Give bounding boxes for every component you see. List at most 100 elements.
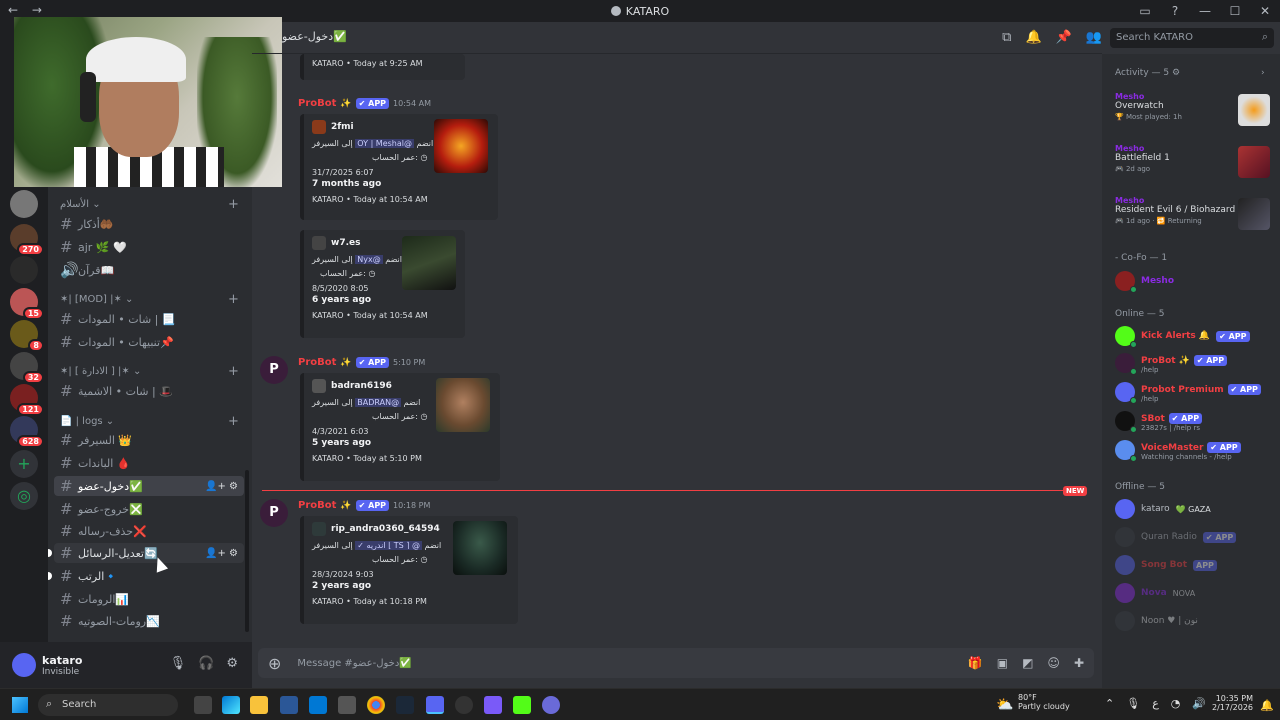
channel-item[interactable]: # حذف-رساله❌ (54, 521, 244, 541)
avatar[interactable]: P (260, 499, 288, 527)
copilot-icon[interactable] (222, 696, 240, 714)
member-item[interactable]: Nova NOVA (1115, 583, 1195, 603)
add-channel-icon[interactable]: + (228, 364, 239, 379)
channel-item[interactable]: # ajr 🌿 🤍 (54, 237, 244, 257)
member-item[interactable]: ProBot ✨ ✔ APP/help (1115, 352, 1228, 375)
sidebar-scrollbar[interactable] (245, 470, 249, 632)
user-mention[interactable]: @Nyx (355, 255, 383, 264)
microphone-icon[interactable]: 🎙 (170, 656, 187, 671)
store-icon[interactable] (280, 696, 298, 714)
server-icon[interactable] (10, 256, 38, 284)
minimize-icon[interactable]: — (1190, 4, 1220, 18)
forward-icon[interactable]: → (32, 3, 42, 17)
embed-thumbnail[interactable] (453, 521, 507, 575)
server-icon[interactable]: 628 (10, 416, 44, 448)
gift-icon[interactable]: 🎁 (968, 656, 983, 670)
avatar[interactable] (12, 653, 36, 677)
channel-item[interactable]: 🔊 قرآن📖 (54, 260, 244, 280)
taskbar-search[interactable]: ⌕ Search (38, 694, 178, 716)
settings-icon[interactable] (338, 696, 356, 714)
search-input[interactable]: Search KATARO ⌕ (1110, 28, 1274, 48)
back-icon[interactable]: ← (8, 3, 18, 17)
user-mention[interactable]: @BADRAN (355, 398, 402, 407)
language-indicator[interactable]: ع (1152, 697, 1159, 710)
add-channel-icon[interactable]: + (228, 414, 239, 429)
pin-icon[interactable]: 📌 (1056, 30, 1072, 45)
volume-icon[interactable]: 🔊 (1192, 697, 1206, 710)
bell-icon[interactable]: 🔔 (1025, 30, 1041, 45)
gif-icon[interactable]: ▣ (997, 656, 1008, 670)
server-icon[interactable]: 121 (10, 384, 44, 416)
server-icon[interactable]: 270 (10, 224, 44, 256)
bot-name[interactable]: ProBot (298, 98, 336, 109)
member-item[interactable]: Probot Premium ✔ APP/help (1115, 381, 1261, 404)
steam-icon[interactable] (396, 696, 414, 714)
user-mention[interactable]: @OY | Meshal (355, 139, 414, 148)
server-icon[interactable]: 8 (10, 320, 44, 352)
emoji-icon[interactable]: ☺ (1047, 656, 1060, 670)
add-server-icon[interactable]: + (10, 450, 38, 478)
gear-icon[interactable]: ⚙ (229, 548, 238, 559)
discover-icon[interactable]: ◎ (10, 482, 38, 510)
channel-item[interactable]: # أذكار🤲🏾 (54, 214, 244, 234)
user-mention[interactable]: @ ⌈ TS ⌋ اندريه ✓ (355, 541, 422, 550)
server-icon[interactable] (10, 190, 38, 218)
microphone-icon[interactable]: 🎙 (1126, 697, 1140, 710)
member-item[interactable]: Quran Radio ✔ APP (1115, 527, 1237, 547)
server-icon[interactable]: 32 (10, 352, 44, 384)
obs-icon[interactable] (542, 696, 560, 714)
notifications-bell-icon[interactable]: 🔔 (1260, 699, 1274, 712)
task-view-icon[interactable] (194, 696, 212, 714)
server-icon[interactable]: 15 (10, 288, 44, 320)
inbox-icon[interactable]: ▭ (1130, 4, 1160, 18)
bot-name[interactable]: ProBot (298, 357, 336, 368)
kick-icon[interactable] (513, 696, 531, 714)
embed-thumbnail[interactable] (434, 119, 488, 173)
gear-icon[interactable]: ⚙ (226, 656, 238, 671)
attach-plus-icon[interactable]: ⊕ (268, 654, 281, 673)
channel-item[interactable]: # السيرفر 👑 (54, 430, 244, 450)
add-channel-icon[interactable]: + (228, 292, 239, 307)
apps-icon[interactable]: ✚ (1074, 656, 1084, 670)
avatar[interactable]: P (260, 356, 288, 384)
add-channel-icon[interactable]: + (228, 197, 239, 212)
channel-item[interactable]: # الرتب🔹 (54, 566, 244, 586)
member-item[interactable]: SBot ✔ APP 23827s | /help rs (1115, 410, 1203, 433)
threads-icon[interactable]: ⧉ (1002, 30, 1011, 45)
close-icon[interactable]: ✕ (1250, 4, 1280, 18)
category-logs[interactable]: 📄 | logs ⌄ (60, 416, 114, 427)
message-composer[interactable]: ⊕ Message #دخول-عضو✅ 🎁 ▣ ◩ ☺ ✚ (258, 648, 1094, 678)
weather-widget[interactable]: ⛅ 80°F Partly cloudy (996, 693, 1070, 713)
channel-item-active[interactable]: # دخول-عضو✅ 👤+ ⚙ (54, 476, 244, 496)
channel-item[interactable]: # رومات-الصوتيه📉 (54, 611, 244, 631)
gear-icon[interactable]: ⚙ (229, 481, 238, 492)
chevron-right-icon[interactable]: › (1261, 68, 1265, 78)
member-item[interactable]: VoiceMaster ✔ APP Watching channels - /he… (1115, 439, 1241, 462)
bot-name[interactable]: ProBot (298, 500, 336, 511)
sticker-icon[interactable]: ◩ (1022, 656, 1033, 670)
gamepad-icon[interactable] (484, 696, 502, 714)
discord-icon[interactable] (426, 696, 444, 714)
wifi-icon[interactable]: ◔ (1171, 697, 1181, 710)
invite-icon[interactable]: 👤+ (205, 548, 226, 559)
activity-card[interactable]: Mesho Resident Evil 6 / Biohazard 6 🎮 1d… (1115, 196, 1270, 240)
member-item[interactable]: Kick Alerts 🔔 ✔ APP (1115, 326, 1250, 348)
taskbar-clock[interactable]: 10:35 PM 2/17/2026 (1212, 694, 1253, 712)
headphones-icon[interactable]: 🎧 (198, 656, 214, 671)
chevron-up-icon[interactable]: ⌃ (1105, 697, 1114, 710)
user-info[interactable]: kataro Invisible (42, 654, 82, 677)
maximize-icon[interactable]: ☐ (1220, 4, 1250, 18)
channel-item[interactable]: # تنبيهات • المودات📌 (54, 332, 244, 352)
channel-item[interactable]: # تعديل-الرسائل🔄 👤+ ⚙ (54, 543, 244, 563)
embed-thumbnail[interactable] (402, 236, 456, 290)
members-icon[interactable]: 👥 (1086, 30, 1102, 45)
member-item[interactable]: Mesho (1115, 271, 1174, 293)
member-item[interactable]: Song Bot APP (1115, 555, 1217, 575)
embed-thumbnail[interactable] (436, 378, 490, 432)
activity-card[interactable]: Mesho Overwatch 🏆 Most played: 1h (1115, 92, 1270, 136)
category-mod[interactable]: ✶| [MOD] |✶ ⌄ (60, 294, 133, 305)
member-item[interactable]: kataro 💚 GAZA (1115, 499, 1211, 519)
invite-icon[interactable]: 👤+ (205, 481, 226, 492)
member-item[interactable]: Noon ♥ | نون (1115, 611, 1198, 631)
mail-icon[interactable] (309, 696, 327, 714)
